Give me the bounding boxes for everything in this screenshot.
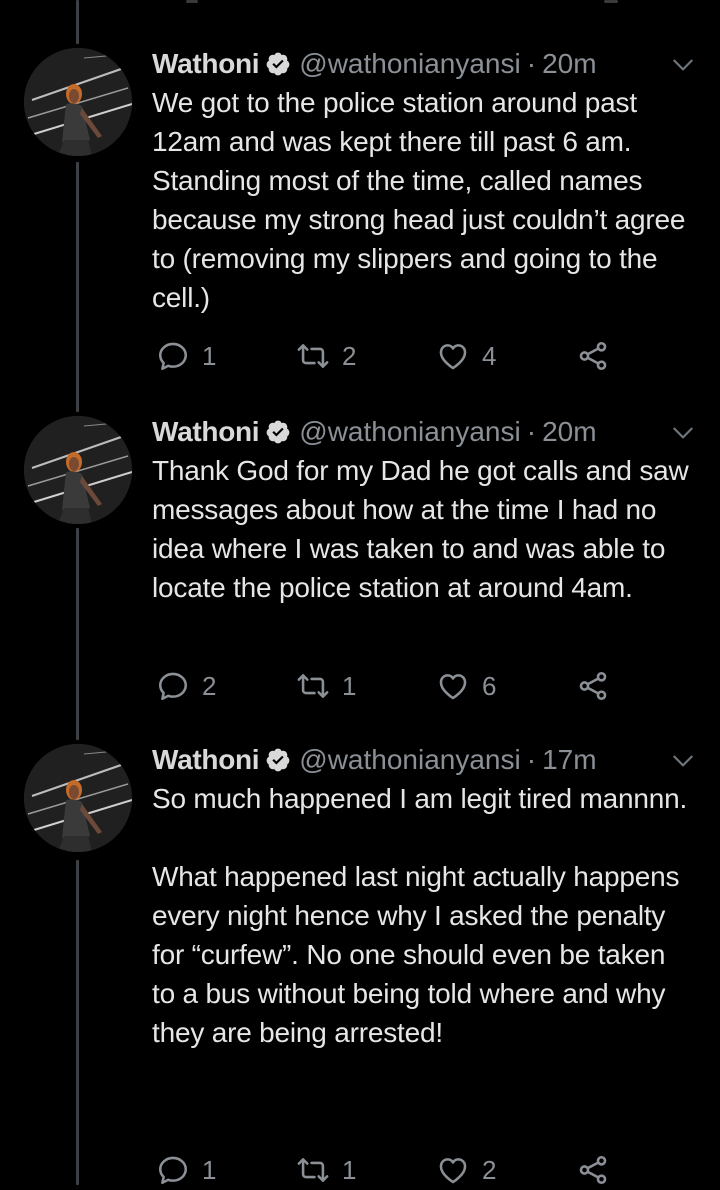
tweet-header: Wathoni @wathonianyansi · 17m	[152, 744, 692, 776]
heart-icon	[436, 339, 470, 373]
reply-icon	[156, 339, 190, 373]
chevron-down-icon[interactable]	[670, 748, 696, 774]
like-count: 2	[482, 1154, 497, 1185]
reply-count: 1	[202, 340, 217, 371]
retweet-icon	[296, 1153, 330, 1187]
avatar[interactable]	[24, 416, 132, 524]
separator: ·	[526, 744, 537, 775]
timestamp[interactable]: 17m	[542, 744, 596, 776]
retweet-count: 1	[342, 670, 357, 701]
verified-badge-icon	[265, 747, 291, 773]
reply-button[interactable]: 2	[156, 666, 216, 706]
author-name[interactable]: Wathoni	[152, 48, 260, 80]
previous-tweet-actions-sliver	[0, 0, 720, 6]
share-button[interactable]	[576, 666, 610, 706]
thread-line	[76, 162, 79, 412]
heart-icon	[436, 669, 470, 703]
retweet-count: 2	[342, 340, 357, 371]
tweet-text: Thank God for my Dad he got calls and sa…	[152, 455, 697, 603]
heart-icon	[436, 1153, 470, 1187]
like-count: 6	[482, 670, 497, 701]
reply-count: 2	[202, 670, 217, 701]
author-handle[interactable]: @wathonianyansi	[299, 48, 520, 80]
verified-badge-icon	[265, 51, 291, 77]
reply-button[interactable]: 1	[156, 336, 216, 376]
share-icon	[576, 1153, 610, 1187]
author-handle[interactable]: @wathonianyansi	[299, 416, 520, 448]
tweet-text: We got to the police station around past…	[152, 87, 693, 313]
retweet-button[interactable]: 1	[296, 666, 356, 706]
chevron-down-icon[interactable]	[670, 420, 696, 446]
retweet-count: 1	[342, 1154, 357, 1185]
reply-icon	[156, 1153, 190, 1187]
like-button[interactable]: 6	[436, 666, 496, 706]
share-icon	[576, 669, 610, 703]
share-button[interactable]	[576, 336, 610, 376]
timestamp[interactable]: 20m	[542, 48, 596, 80]
like-button[interactable]: 4	[436, 336, 496, 376]
tweet-header: Wathoni @wathonianyansi · 20m	[152, 416, 692, 448]
share-icon	[576, 339, 610, 373]
thread-line	[76, 0, 79, 44]
tweet-actions: 1 1 2	[152, 1150, 672, 1190]
share-button[interactable]	[576, 1150, 610, 1190]
like-count: 4	[482, 340, 497, 371]
tweet-actions: 2 1 6	[152, 666, 672, 706]
separator: ·	[526, 416, 537, 447]
reply-icon	[156, 669, 190, 703]
thread-line	[76, 860, 79, 1185]
tweet-actions: 1 2 4	[152, 336, 672, 376]
chevron-down-icon[interactable]	[670, 52, 696, 78]
thread-line	[76, 528, 79, 740]
retweet-icon	[296, 669, 330, 703]
tweet-header: Wathoni @wathonianyansi · 20m	[152, 48, 692, 80]
retweet-button[interactable]: 1	[296, 1150, 356, 1190]
author-handle[interactable]: @wathonianyansi	[299, 744, 520, 776]
avatar[interactable]	[24, 48, 132, 156]
separator: ·	[526, 48, 537, 79]
retweet-icon	[296, 339, 330, 373]
verified-badge-icon	[265, 419, 291, 445]
author-name[interactable]: Wathoni	[152, 416, 260, 448]
author-name[interactable]: Wathoni	[152, 744, 260, 776]
timestamp[interactable]: 20m	[542, 416, 596, 448]
avatar[interactable]	[24, 744, 132, 852]
reply-count: 1	[202, 1154, 217, 1185]
like-button[interactable]: 2	[436, 1150, 496, 1190]
retweet-button[interactable]: 2	[296, 336, 356, 376]
reply-button[interactable]: 1	[156, 1150, 216, 1190]
tweet-text: So much happened I am legit tired mannnn…	[152, 783, 688, 1048]
